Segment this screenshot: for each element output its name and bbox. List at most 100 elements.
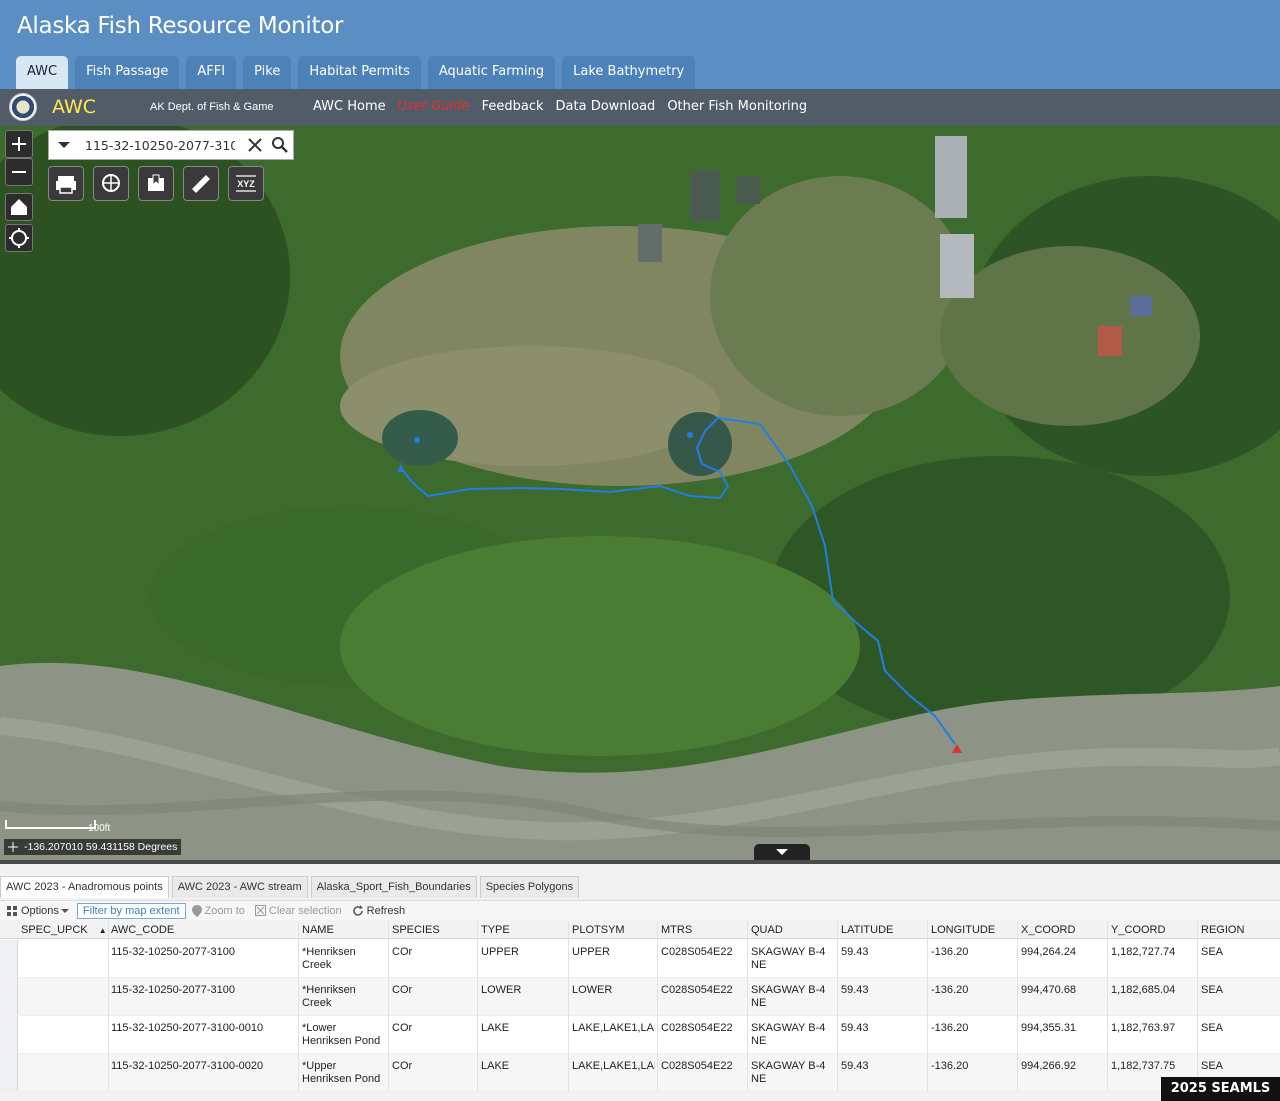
row-selector[interactable]: [0, 940, 18, 977]
column-header-spec-upck[interactable]: SPEC_UPCK ▲: [18, 924, 107, 936]
column-header-species[interactable]: SPECIES: [389, 924, 440, 936]
locate-button[interactable]: [5, 224, 33, 252]
column-header-mtrs[interactable]: MTRS: [658, 924, 692, 936]
adfg-seal-logo: [9, 93, 37, 121]
column-header-quad[interactable]: QUAD: [748, 924, 783, 936]
column-header-name[interactable]: NAME: [299, 924, 334, 936]
scale-label: 100ft: [88, 823, 111, 834]
cell-x-coord: 994,470.68: [1021, 984, 1077, 996]
tab-aquatic-farming[interactable]: Aquatic Farming: [427, 56, 556, 89]
crosshair-icon[interactable]: [8, 842, 18, 852]
cell-y-coord: 1,182,727.74: [1111, 946, 1176, 958]
column-header-plotsym[interactable]: PLOTSYM: [569, 924, 625, 936]
options-label: Options: [21, 904, 59, 917]
satellite-imagery: [0, 126, 1280, 860]
attribute-table-panel: AWC 2023 - Anadromous points AWC 2023 - …: [0, 860, 1280, 1101]
row-selector[interactable]: [0, 978, 18, 1015]
tab-lake-bathymetry[interactable]: Lake Bathymetry: [562, 56, 696, 89]
map-view[interactable]: XYZ 100ft -136.207010 59.431158 Degrees: [0, 126, 1280, 860]
table-tab-anadromous-points[interactable]: AWC 2023 - Anadromous points: [0, 876, 169, 898]
home-button[interactable]: [5, 193, 33, 221]
cell-x-coord: 994,264.24: [1021, 946, 1077, 958]
table-tab-sport-fish-boundaries[interactable]: Alaska_Sport_Fish_Boundaries: [310, 876, 477, 898]
cell-awc-code: 115-32-10250-2077-3100: [111, 984, 235, 996]
column-header-latitude[interactable]: LATITUDE: [838, 924, 893, 936]
table-row[interactable]: 115-32-10250-2077-3100-0020 *Upper Henrik…: [0, 1054, 1280, 1092]
column-header-type[interactable]: TYPE: [478, 924, 510, 936]
cell-species: COr: [392, 1060, 413, 1072]
cell-species: COr: [392, 984, 413, 996]
clear-selection-button[interactable]: Clear selection: [254, 905, 342, 917]
clear-search-button[interactable]: [245, 135, 265, 155]
app-header: Alaska Fish Resource Monitor AWC Fish Pa…: [0, 0, 1280, 89]
home-icon: [11, 199, 27, 215]
nav-user-guide[interactable]: User Guide: [398, 99, 470, 114]
cell-type: UPPER: [481, 946, 519, 958]
app-short-name: AWC: [52, 96, 97, 118]
coordinate-tool-button[interactable]: XYZ: [228, 166, 264, 201]
column-header-longitude[interactable]: LONGITUDE: [928, 924, 995, 936]
row-selector[interactable]: [0, 1016, 18, 1053]
scale-bar: [5, 820, 96, 829]
cell-plotsym: LAKE,LAKE1,LAKE: [572, 1022, 655, 1034]
column-header-region[interactable]: REGION: [1198, 924, 1244, 936]
tab-awc[interactable]: AWC: [16, 56, 69, 89]
cell-longitude: -136.20: [931, 946, 969, 958]
cell-awc-code: 115-32-10250-2077-3100: [111, 946, 235, 958]
chevron-down-icon: [776, 849, 788, 855]
filter-by-extent-button[interactable]: Filter by map extent: [76, 902, 186, 919]
search-icon: [272, 137, 288, 153]
table-row[interactable]: 115-32-10250-2077-3100 *Henriksen Creek CO…: [0, 978, 1280, 1016]
tab-habitat-permits[interactable]: Habitat Permits: [298, 56, 421, 89]
column-divider: [108, 921, 109, 1091]
nav-bar: AWC AK Dept. of Fish & Game AWC Home Use…: [0, 89, 1280, 126]
search-input[interactable]: [85, 135, 235, 155]
nav-feedback[interactable]: Feedback: [482, 99, 544, 114]
bookmark-icon: [148, 174, 164, 191]
zoom-to-button[interactable]: Zoom to: [191, 904, 245, 917]
column-header-y-coord[interactable]: Y_COORD: [1108, 924, 1165, 936]
nav-awc-home[interactable]: AWC Home: [313, 99, 386, 114]
zoom-out-button[interactable]: [5, 158, 33, 186]
column-divider: [1197, 921, 1198, 1091]
column-header-x-coord[interactable]: X_COORD: [1018, 924, 1075, 936]
table-row[interactable]: 115-32-10250-2077-3100 *Henriksen Creek CO…: [0, 940, 1280, 978]
search-button[interactable]: [270, 135, 290, 155]
column-header-awc-code[interactable]: AWC_CODE: [108, 924, 174, 936]
refresh-button[interactable]: Refresh: [352, 904, 405, 917]
row-selector[interactable]: [0, 1054, 18, 1091]
print-button[interactable]: [48, 166, 84, 201]
attribute-table-toggle[interactable]: [754, 844, 810, 860]
nav-data-download[interactable]: Data Download: [556, 99, 656, 114]
zoom-to-label: Zoom to: [204, 904, 245, 917]
copyright-badge: 2025 SEAMLS: [1161, 1077, 1280, 1101]
zoom-in-button[interactable]: [5, 130, 33, 158]
column-divider: [927, 921, 928, 1091]
bookmark-button[interactable]: [138, 166, 174, 201]
clear-selection-icon: [254, 905, 266, 916]
table-row[interactable]: 115-32-10250-2077-3100-0010 *Lower Henrik…: [0, 1016, 1280, 1054]
cell-longitude: -136.20: [931, 1060, 969, 1072]
column-divider: [747, 921, 748, 1091]
cell-longitude: -136.20: [931, 1022, 969, 1034]
table-tabs: AWC 2023 - Anadromous points AWC 2023 - …: [0, 876, 582, 898]
options-menu[interactable]: Options: [6, 905, 71, 917]
cell-y-coord: 1,182,737.75: [1111, 1060, 1176, 1072]
app-tabs: AWC Fish Passage AFFI Pike Habitat Permi…: [16, 56, 702, 89]
basemap-gallery-button[interactable]: [93, 166, 129, 201]
search-source-dropdown[interactable]: [49, 131, 79, 159]
table-tab-species-polygons[interactable]: Species Polygons: [479, 876, 580, 898]
cell-type: LAKE: [481, 1060, 510, 1072]
tab-pike[interactable]: Pike: [243, 56, 292, 89]
table-tab-awc-stream[interactable]: AWC 2023 - AWC stream: [171, 876, 308, 898]
chevron-down-icon: [58, 142, 70, 148]
column-divider: [837, 921, 838, 1091]
tab-affi[interactable]: AFFI: [186, 56, 237, 89]
cell-x-coord: 994,355.31: [1021, 1022, 1077, 1034]
tab-fish-passage[interactable]: Fish Passage: [75, 56, 180, 89]
measure-button[interactable]: [183, 166, 219, 201]
cell-species: COr: [392, 946, 413, 958]
basemap-icon: [102, 174, 120, 192]
close-icon: [248, 138, 262, 152]
nav-other-fish-monitoring[interactable]: Other Fish Monitoring: [667, 99, 807, 114]
